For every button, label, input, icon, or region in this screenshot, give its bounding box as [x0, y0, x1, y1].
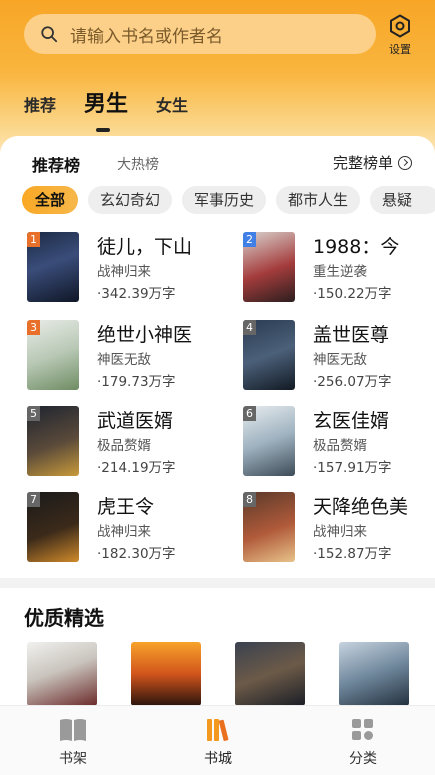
bottom-navigation: 书架 书城 分类 — [0, 705, 435, 775]
book-cover: 8 — [243, 492, 295, 562]
rank-badge: 6 — [243, 406, 256, 421]
gear-icon — [390, 14, 410, 38]
tab-female[interactable]: 女生 — [156, 92, 188, 116]
book-title: 盖世医尊 — [313, 324, 390, 346]
book-item[interactable]: 3 绝世小神医 神医无敌 ·179.73万字 — [27, 320, 227, 395]
section-title: 优质精选 — [24, 606, 104, 630]
book-cover: 4 — [243, 320, 295, 390]
rank-badge: 7 — [27, 492, 40, 507]
book-word-count: ·182.30万字 — [97, 546, 176, 562]
book-word-count: ·342.39万字 — [97, 286, 176, 302]
book-category: 战神归来 — [313, 524, 367, 540]
settings-label: 设置 — [389, 43, 411, 56]
search-bar[interactable]: 请输入书名或作者名 — [24, 14, 376, 54]
book-title: 绝世小神医 — [97, 324, 193, 346]
book-item[interactable]: 7 虎王令 战神归来 ·182.30万字 — [27, 492, 227, 567]
tab-recommend[interactable]: 推荐 — [24, 92, 56, 116]
featured-book-cover[interactable] — [339, 642, 409, 706]
book-category: 极品赘婿 — [97, 438, 151, 454]
chip-all[interactable]: 全部 — [22, 186, 78, 214]
book-category: 极品赘婿 — [313, 438, 367, 454]
bookstore-icon — [207, 719, 229, 741]
search-placeholder: 请输入书名或作者名 — [70, 26, 223, 47]
rank-badge: 5 — [27, 406, 40, 421]
book-category: 神医无敌 — [313, 352, 367, 368]
book-category: 神医无敌 — [97, 352, 151, 368]
rank-badge: 2 — [243, 232, 256, 247]
chevron-right-icon — [398, 155, 413, 170]
book-word-count: ·157.91万字 — [313, 460, 392, 476]
book-title: 1988：今 — [313, 236, 400, 258]
book-cover: 5 — [27, 406, 79, 476]
book-word-count: ·256.07万字 — [313, 374, 392, 390]
book-category: 战神归来 — [97, 524, 151, 540]
book-cover: 6 — [243, 406, 295, 476]
book-category: 重生逆袭 — [313, 264, 367, 280]
featured-book-cover[interactable] — [27, 642, 97, 706]
tab-recommend-rank[interactable]: 推荐榜 — [32, 152, 80, 176]
book-title: 天降绝色美 — [313, 496, 409, 518]
chip-urban[interactable]: 都市人生 — [276, 186, 360, 214]
featured-books — [0, 642, 435, 706]
nav-label: 书城 — [204, 751, 232, 767]
chip-military[interactable]: 军事历史 — [182, 186, 266, 214]
book-item[interactable]: 4 盖世医尊 神医无敌 ·256.07万字 — [243, 320, 435, 395]
section-divider — [0, 578, 435, 588]
book-item[interactable]: 8 天降绝色美 战神归来 ·152.87万字 — [243, 492, 435, 567]
book-word-count: ·214.19万字 — [97, 460, 176, 476]
ranking-card: 推荐榜 大热榜 完整榜单 全部 玄幻奇幻 军事历史 都市人生 悬疑 1 徒儿，下… — [0, 136, 435, 578]
rank-badge: 4 — [243, 320, 256, 335]
grid-icon — [352, 719, 373, 740]
book-icon — [60, 719, 86, 741]
book-cover: 3 — [27, 320, 79, 390]
tab-hot-rank[interactable]: 大热榜 — [117, 154, 159, 174]
nav-bookshelf[interactable]: 书架 — [43, 716, 103, 768]
book-title: 虎王令 — [97, 496, 155, 518]
search-icon — [41, 26, 58, 43]
book-title: 武道医婿 — [97, 410, 174, 432]
book-item[interactable]: 6 玄医佳婿 极品赘婿 ·157.91万字 — [243, 406, 435, 481]
full-list-label: 完整榜单 — [333, 154, 394, 172]
book-word-count: ·179.73万字 — [97, 374, 176, 390]
genre-tabs: 推荐 男生 女生 — [0, 86, 435, 132]
rank-badge: 3 — [27, 320, 40, 335]
nav-label: 书架 — [59, 751, 87, 767]
rank-badge: 1 — [27, 232, 40, 247]
book-title: 徒儿，下山 — [97, 236, 193, 258]
book-cover: 2 — [243, 232, 295, 302]
book-item[interactable]: 5 武道医婿 极品赘婿 ·214.19万字 — [27, 406, 227, 481]
book-cover: 1 — [27, 232, 79, 302]
featured-book-cover[interactable] — [131, 642, 201, 706]
full-list-link[interactable]: 完整榜单 — [333, 152, 413, 173]
nav-bookstore[interactable]: 书城 — [188, 716, 248, 768]
nav-label: 分类 — [349, 751, 377, 767]
book-cover: 7 — [27, 492, 79, 562]
tab-indicator — [96, 128, 110, 132]
chip-mystery[interactable]: 悬疑 — [370, 186, 435, 214]
book-item[interactable]: 2 1988：今 重生逆袭 ·150.22万字 — [243, 232, 435, 307]
book-title: 玄医佳婿 — [313, 410, 390, 432]
featured-book-cover[interactable] — [235, 642, 305, 706]
nav-category[interactable]: 分类 — [333, 716, 393, 768]
book-word-count: ·150.22万字 — [313, 286, 392, 302]
chip-fantasy[interactable]: 玄幻奇幻 — [88, 186, 172, 214]
book-item[interactable]: 1 徒儿，下山 战神归来 ·342.39万字 — [27, 232, 227, 307]
rank-badge: 8 — [243, 492, 256, 507]
category-chips: 全部 玄幻奇幻 军事历史 都市人生 悬疑 — [22, 186, 435, 216]
book-category: 战神归来 — [97, 264, 151, 280]
tab-male[interactable]: 男生 — [84, 86, 128, 118]
settings-button[interactable]: 设置 — [384, 14, 416, 56]
book-word-count: ·152.87万字 — [313, 546, 392, 562]
